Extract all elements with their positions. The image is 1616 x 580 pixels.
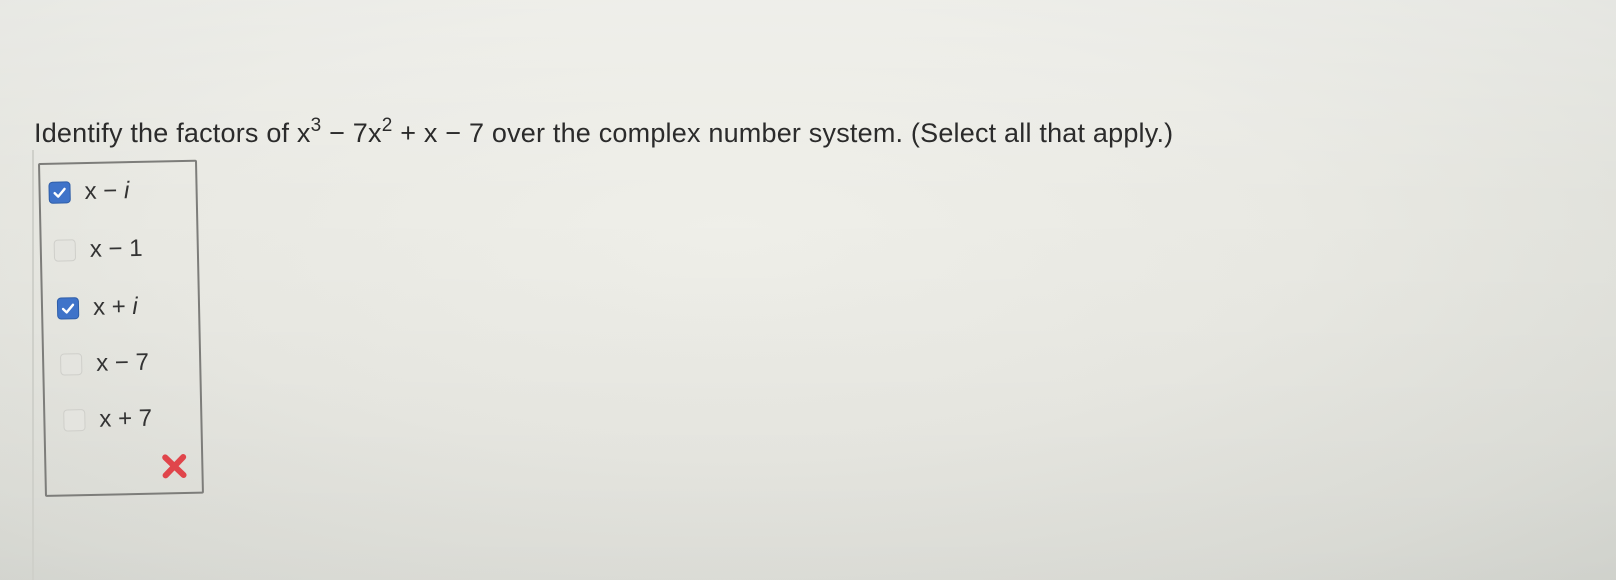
question-prefix: Identify the factors of x (34, 118, 311, 148)
checkbox-checked[interactable] (48, 181, 71, 204)
checkbox-checked[interactable] (56, 297, 80, 320)
option-label: x − 1 (89, 234, 143, 263)
option-x-plus-7[interactable]: x + 7 (63, 405, 152, 435)
option-label: x − i (84, 177, 130, 206)
checkbox-unchecked[interactable] (63, 409, 86, 432)
option-label: x + 7 (99, 404, 153, 433)
option-x-minus-7[interactable]: x − 7 (59, 348, 150, 379)
checkmark-icon (60, 300, 76, 316)
option-label: x − 7 (95, 348, 150, 377)
content-divider (32, 150, 34, 580)
question-exponent-2: 2 (381, 115, 393, 136)
question-suffix: + x − 7 over the complex number system. … (392, 118, 1174, 148)
question-exponent-3: 3 (310, 115, 322, 136)
answer-options-box: x − i x − 1 x + i x − 7 x + 7 (38, 159, 204, 497)
question-middle: − 7x (321, 118, 382, 148)
checkmark-icon (51, 184, 67, 200)
checkbox-unchecked[interactable] (59, 353, 83, 376)
question-text: Identify the factors of x3 − 7x2 + x − 7… (34, 115, 1174, 149)
option-x-minus-i[interactable]: x − i (48, 177, 130, 207)
option-x-minus-1[interactable]: x − 1 (53, 234, 143, 265)
option-x-plus-i[interactable]: x + i (56, 292, 139, 323)
incorrect-x-icon (158, 450, 191, 483)
checkbox-unchecked[interactable] (53, 239, 77, 262)
option-label: x + i (92, 292, 139, 321)
page-background (0, 0, 1616, 580)
